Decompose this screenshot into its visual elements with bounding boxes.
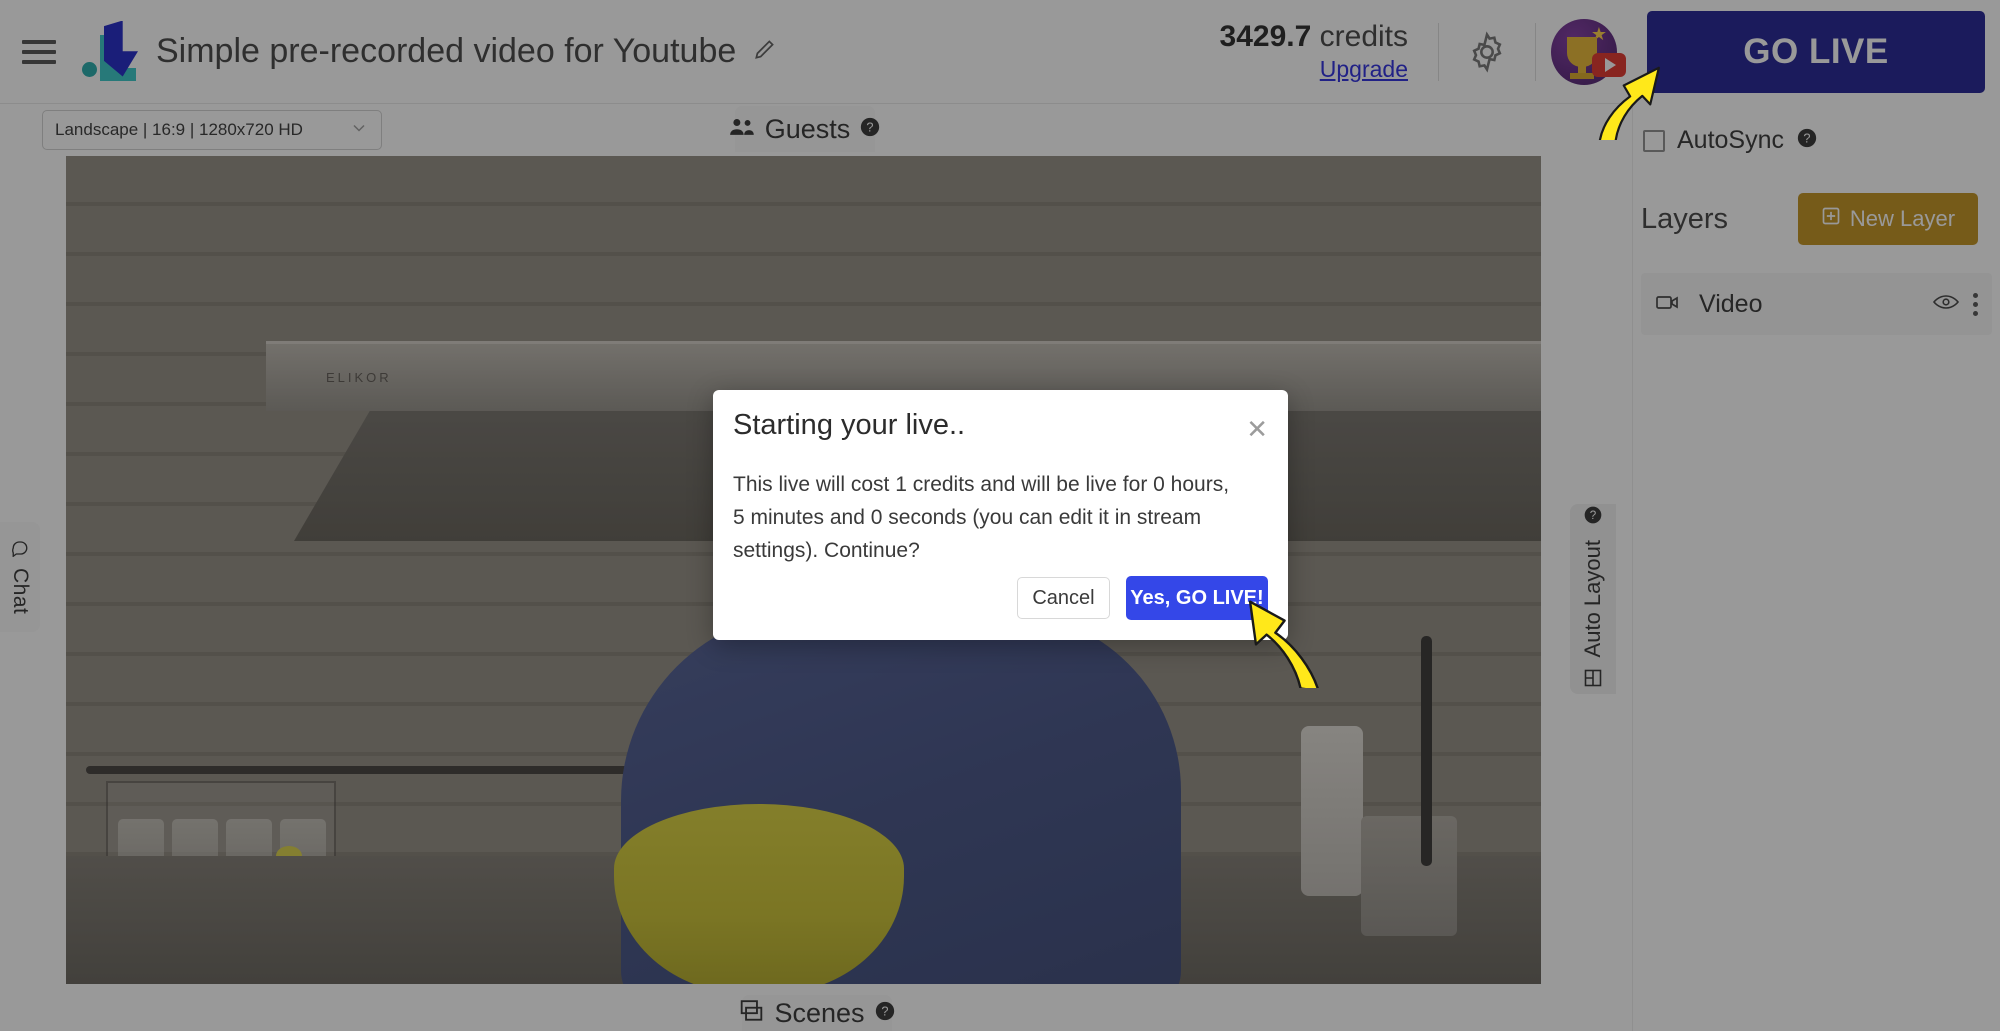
dialog-actions: Cancel Yes, GO LIVE! <box>1017 576 1268 620</box>
app-root: Simple pre-recorded video for Youtube 34… <box>0 0 2000 1031</box>
confirm-go-live-button[interactable]: Yes, GO LIVE! <box>1126 576 1268 620</box>
starting-live-dialog: Starting your live.. ✕ This live will co… <box>713 390 1288 640</box>
dialog-body-text: This live will cost 1 credits and will b… <box>733 468 1243 567</box>
close-x-icon[interactable]: ✕ <box>1246 416 1268 442</box>
dialog-title: Starting your live.. <box>733 409 965 442</box>
cancel-button[interactable]: Cancel <box>1017 577 1110 619</box>
